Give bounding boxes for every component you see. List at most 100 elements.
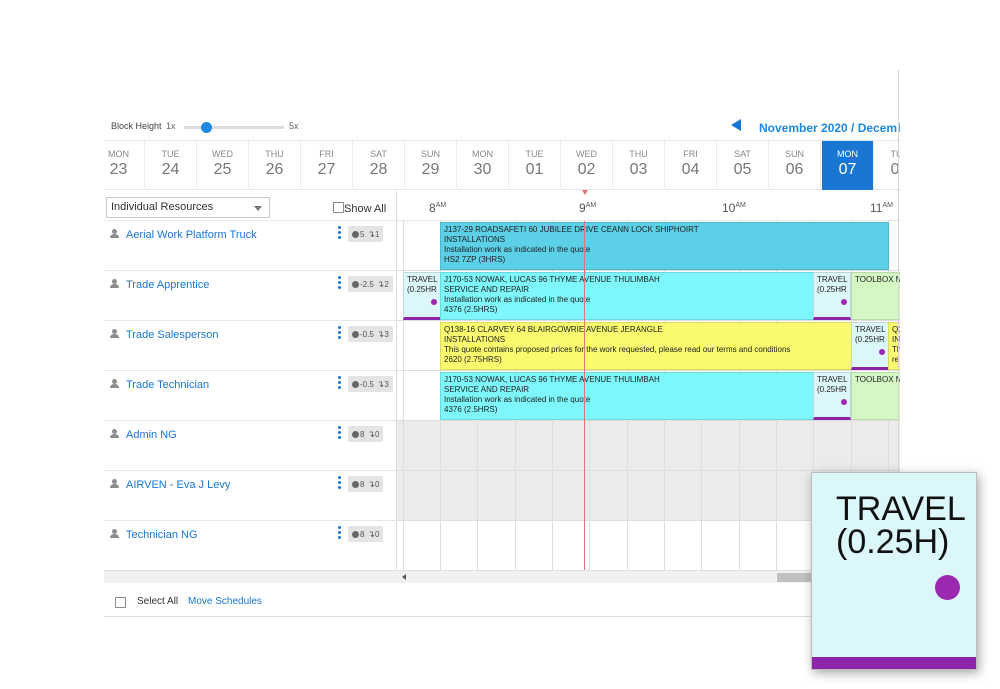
date-range-label[interactable]: November 2020 / December 2020: [759, 121, 900, 135]
day-cell[interactable]: WED 02: [561, 141, 613, 190]
travel-event[interactable]: TRAVEL (0.25HR: [813, 372, 851, 420]
day-cell[interactable]: MON 23: [104, 141, 145, 190]
resource-name[interactable]: Admin NG: [126, 429, 177, 441]
resource-scrollbar[interactable]: [104, 570, 397, 583]
status-dot: [841, 299, 847, 305]
resource-stats-badge: 8 ↴0: [348, 526, 384, 542]
status-dot: [935, 575, 960, 600]
time-label: 8AM: [429, 201, 447, 215]
resource-row: Trade Technician -0.5 ↴3: [104, 371, 397, 421]
resource-type-select[interactable]: Individual Resources: [106, 197, 270, 218]
resource-stats-badge: -0.5 ↴3: [348, 326, 393, 342]
resource-row: Technician NG 8 ↴0: [104, 521, 397, 571]
person-icon: [110, 429, 119, 438]
travel-event[interactable]: TRAVEL (0.25HR: [851, 322, 889, 370]
panel-edge: [898, 70, 899, 490]
block-height-label: Block Height: [111, 121, 162, 131]
resource-stats-badge: 8 ↴0: [348, 426, 384, 442]
toolbox-event[interactable]: TOOLBOX M: [851, 272, 900, 320]
time-label: 9AM: [579, 201, 597, 215]
day-cell[interactable]: THU 03: [613, 141, 665, 190]
link-icon: ↴: [367, 529, 375, 539]
link-icon: ↴: [367, 479, 375, 489]
clock-icon: [352, 431, 359, 438]
footer-bar: Select All Move Schedules: [104, 583, 900, 617]
travel-event[interactable]: TRAVEL (0.25HR: [403, 272, 441, 320]
time-label: 11AM: [870, 201, 893, 215]
resource-stats-badge: 5 ↴1: [348, 226, 384, 242]
show-all-label: Show All: [344, 203, 387, 215]
resource-stats-badge: -0.5 ↴3: [348, 376, 393, 392]
day-cell[interactable]: SUN 29: [405, 141, 457, 190]
current-time-line: [584, 221, 585, 570]
person-icon: [110, 279, 119, 288]
day-cell[interactable]: TUE 24: [145, 141, 197, 190]
current-time-marker-icon: [582, 190, 588, 195]
day-cell[interactable]: SAT 05: [717, 141, 769, 190]
show-all-checkbox[interactable]: [333, 202, 344, 213]
more-menu-icon[interactable]: [338, 226, 342, 240]
more-menu-icon[interactable]: [338, 376, 342, 390]
resource-row: Admin NG 8 ↴0: [104, 421, 397, 471]
day-cell[interactable]: WED 25: [197, 141, 249, 190]
person-icon: [110, 329, 119, 338]
resource-name[interactable]: Trade Apprentice: [126, 279, 209, 291]
clock-icon: [352, 231, 359, 238]
quote-event[interactable]: Q138-16 CLARVEY 64 BLAIRGOWRIE AVENUE JE…: [440, 322, 852, 370]
show-all-toggle[interactable]: Show All: [333, 202, 386, 215]
select-all-checkbox[interactable]: [115, 597, 126, 608]
more-menu-icon[interactable]: [338, 476, 342, 490]
clock-icon: [352, 531, 359, 538]
toolbar: Block Height 1x 5x November 2020 / Decem…: [104, 114, 900, 140]
person-icon: [110, 529, 119, 538]
prev-arrow-icon[interactable]: [731, 119, 741, 131]
day-cell[interactable]: TUE 01: [509, 141, 561, 190]
move-schedules-link[interactable]: Move Schedules: [188, 596, 262, 607]
schedule-app: Block Height 1x 5x November 2020 / Decem…: [104, 70, 900, 618]
block-height-slider[interactable]: [184, 126, 284, 129]
select-all-label[interactable]: Select All: [137, 596, 178, 607]
day-cell[interactable]: SUN 06: [769, 141, 821, 190]
resource-name[interactable]: AIRVEN - Eva J Levy: [126, 479, 230, 491]
resource-row: Trade Salesperson -0.5 ↴3: [104, 321, 397, 371]
slider-thumb[interactable]: [201, 122, 212, 133]
day-cell[interactable]: TUE08: [874, 141, 901, 190]
job-event[interactable]: J170-53 NOWAK, LUCAS 96 THYME AVENUE THU…: [440, 272, 814, 320]
day-cell[interactable]: MON 30: [457, 141, 509, 190]
day-cell[interactable]: FRI 27: [301, 141, 353, 190]
day-cell-today[interactable]: MON 07: [822, 141, 874, 190]
resource-row: Aerial Work Platform Truck 5 ↴1: [104, 221, 397, 271]
job-event[interactable]: J170-53 NOWAK, LUCAS 96 THYME AVENUE THU…: [440, 372, 814, 420]
more-menu-icon[interactable]: [338, 526, 342, 540]
block-height-min: 1x: [166, 121, 176, 131]
clock-icon: [352, 481, 359, 488]
clock-icon: [352, 281, 359, 288]
resource-row: AIRVEN - Eva J Levy 8 ↴0: [104, 471, 397, 521]
block-height-max: 5x: [289, 121, 299, 131]
clock-icon: [352, 331, 359, 338]
day-cell[interactable]: THU 26: [249, 141, 301, 190]
status-dot: [431, 299, 437, 305]
job-event[interactable]: J137-29 ROADSAFETI 60 JUBILEE DRIVE CEAN…: [440, 222, 889, 270]
resource-name[interactable]: Trade Salesperson: [126, 329, 219, 341]
person-icon: [110, 379, 119, 388]
day-cell[interactable]: SAT 28: [353, 141, 405, 190]
more-menu-icon[interactable]: [338, 426, 342, 440]
scroll-left-icon[interactable]: [402, 574, 406, 580]
resource-header: Individual Resources Show All: [104, 191, 397, 221]
resource-name[interactable]: Trade Technician: [126, 379, 209, 391]
resource-name[interactable]: Technician NG: [126, 529, 198, 541]
travel-event[interactable]: TRAVEL (0.25HR: [813, 272, 851, 320]
more-menu-icon[interactable]: [338, 326, 342, 340]
day-cell[interactable]: FRI 04: [665, 141, 717, 190]
more-menu-icon[interactable]: [338, 276, 342, 290]
clock-icon: [352, 381, 359, 388]
timeline-row[interactable]: [397, 421, 900, 471]
resource-row: Trade Apprentice -2.5 ↴2: [104, 271, 397, 321]
travel-event-zoom-callout: TRAVEL (0.25H): [811, 472, 977, 670]
toolbox-event[interactable]: TOOLBOX M: [851, 372, 900, 420]
person-icon: [110, 229, 119, 238]
resource-name[interactable]: Aerial Work Platform Truck: [126, 229, 257, 241]
zoom-text: TRAVEL (0.25H): [836, 490, 966, 561]
chevron-down-icon: [254, 206, 262, 211]
